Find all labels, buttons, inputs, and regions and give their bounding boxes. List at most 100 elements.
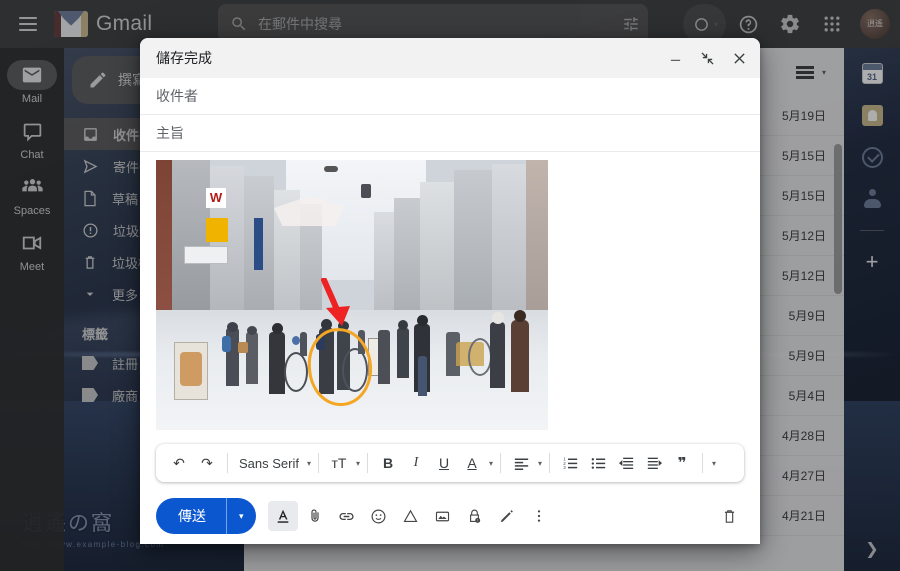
side-panel: 31 + ❯	[844, 48, 900, 571]
indent-decrease-icon[interactable]	[613, 450, 639, 476]
photo-pedestrian-brown-coat	[511, 320, 529, 392]
align-left-icon[interactable]	[508, 450, 534, 476]
chevron-down-icon[interactable]: ▾	[822, 68, 826, 77]
bold-button[interactable]: B	[375, 450, 401, 476]
italic-button[interactable]: I	[403, 450, 429, 476]
toolbar-divider	[549, 453, 551, 473]
mail-list-scrollbar[interactable]	[834, 144, 842, 294]
help-question-icon	[738, 14, 759, 35]
redo-button[interactable]: ↷	[194, 450, 220, 476]
toolbar-divider	[367, 453, 369, 473]
row-date: 5月19日	[781, 109, 826, 123]
search-icon	[230, 15, 248, 33]
rail-label-meet: Meet	[19, 261, 45, 273]
calendar-icon[interactable]: 31	[861, 62, 883, 84]
avatar[interactable]: 逍遙	[860, 9, 890, 39]
quote-button[interactable]: ❞	[669, 450, 695, 476]
indent-increase-icon[interactable]	[641, 450, 667, 476]
more-vertical-icon[interactable]	[524, 501, 554, 531]
emoji-smiley-icon[interactable]	[364, 501, 394, 531]
compose-window[interactable]: 儲存完成 收件者 主旨 W ↶ ↷ Sans Serif ▾ тT ▾ B I …	[140, 38, 760, 544]
format-text-icon[interactable]	[267, 501, 298, 531]
settings-button[interactable]	[770, 4, 810, 44]
numbered-list-icon[interactable]: 123	[557, 450, 583, 476]
rail-item-mail[interactable]: Mail	[3, 56, 61, 110]
row-date: 5月12日	[781, 269, 826, 283]
chevron-down-icon[interactable]: ▾	[489, 459, 493, 468]
screen: 逍遙の窩 http://www.example-blog.com Gmail 在…	[0, 0, 900, 571]
insert-photo-icon[interactable]	[428, 501, 458, 531]
search-input[interactable]: 在郵件中搜尋	[258, 14, 612, 34]
inbox-icon	[82, 126, 99, 143]
sent-paper-plane-icon	[82, 158, 99, 175]
close-icon[interactable]	[730, 49, 748, 67]
recipient-placeholder: 收件者	[156, 88, 198, 104]
photo-pedestrian-hat	[492, 312, 504, 324]
pencil-icon	[88, 70, 108, 90]
photo-pedestrian	[246, 332, 258, 384]
bulleted-list-icon[interactable]	[585, 450, 611, 476]
keep-icon[interactable]	[861, 104, 883, 126]
gmail-wordmark: Gmail	[96, 12, 153, 35]
photo-pedestrian-far	[300, 332, 307, 356]
signature-pen-icon[interactable]	[492, 501, 522, 531]
undo-button[interactable]: ↶	[166, 450, 192, 476]
photo-pedestrian	[378, 330, 390, 384]
chevron-down-icon[interactable]: ▾	[538, 459, 542, 468]
chevron-down-icon[interactable]: ▾	[356, 459, 360, 468]
text-color-button[interactable]: A	[459, 450, 485, 476]
confidential-lock-icon[interactable]: !	[460, 501, 490, 531]
underline-button[interactable]: U	[431, 450, 457, 476]
google-apps-button[interactable]	[812, 4, 852, 44]
contacts-icon[interactable]	[861, 188, 883, 210]
photo-sign-banner	[254, 218, 263, 270]
send-options-caret[interactable]: ▾	[227, 511, 256, 522]
send-label: 傳送	[178, 508, 206, 524]
subject-field[interactable]: 主旨	[140, 115, 760, 152]
google-drive-icon[interactable]	[396, 501, 426, 531]
rail-item-chat[interactable]: Chat	[3, 112, 61, 166]
minimize-icon[interactable]	[666, 49, 684, 67]
row-date: 4月28日	[781, 429, 826, 443]
tune-filter-icon[interactable]	[622, 15, 640, 33]
label-text-0: 註冊	[112, 356, 139, 372]
font-family-select[interactable]: Sans Serif	[235, 450, 303, 476]
apps-grid-icon	[822, 14, 842, 34]
inline-image[interactable]: W	[156, 160, 548, 430]
gear-icon	[779, 13, 801, 35]
exit-fullscreen-icon[interactable]	[698, 49, 716, 67]
add-app-button[interactable]: +	[866, 251, 879, 273]
main-menu-button[interactable]	[8, 4, 48, 44]
toolbar-divider	[500, 453, 502, 473]
font-size-button[interactable]: тT	[326, 450, 352, 476]
link-icon[interactable]	[332, 501, 362, 531]
gmail-logo[interactable]: Gmail	[54, 11, 204, 37]
rail-label-chat: Chat	[20, 149, 44, 161]
compose-header[interactable]: 儲存完成	[140, 38, 760, 78]
rail-item-spaces[interactable]: Spaces	[3, 168, 61, 222]
photo-pedestrian-head	[272, 323, 283, 334]
svg-text:3: 3	[563, 464, 566, 469]
chevron-down-icon: ▾	[713, 19, 718, 29]
mail-icon	[7, 60, 57, 90]
row-date: 5月4日	[788, 389, 826, 403]
row-date: 4月21日	[781, 509, 826, 523]
rail-item-meet[interactable]: Meet	[3, 224, 61, 278]
tasks-icon[interactable]	[861, 146, 883, 168]
send-button[interactable]: 傳送 ▾	[156, 498, 256, 534]
display-density-icon[interactable]	[795, 65, 814, 79]
side-panel-divider	[860, 230, 884, 231]
photo-pedestrian	[397, 328, 409, 378]
photo-shopping-bag	[238, 342, 248, 353]
paperclip-icon[interactable]	[300, 501, 330, 531]
compose-body[interactable]: W	[140, 152, 760, 440]
photo-pedestrian-head	[398, 320, 408, 330]
chevron-down-icon[interactable]: ▾	[307, 459, 311, 468]
more-format-options-button[interactable]: ▾	[712, 459, 716, 468]
label-tag-icon	[82, 388, 98, 402]
discard-draft-button[interactable]	[714, 501, 744, 531]
hamburger-icon	[19, 17, 37, 31]
recipient-field[interactable]: 收件者	[140, 78, 760, 115]
row-date: 5月9日	[788, 349, 826, 363]
chevron-right-icon[interactable]: ❯	[865, 539, 878, 559]
